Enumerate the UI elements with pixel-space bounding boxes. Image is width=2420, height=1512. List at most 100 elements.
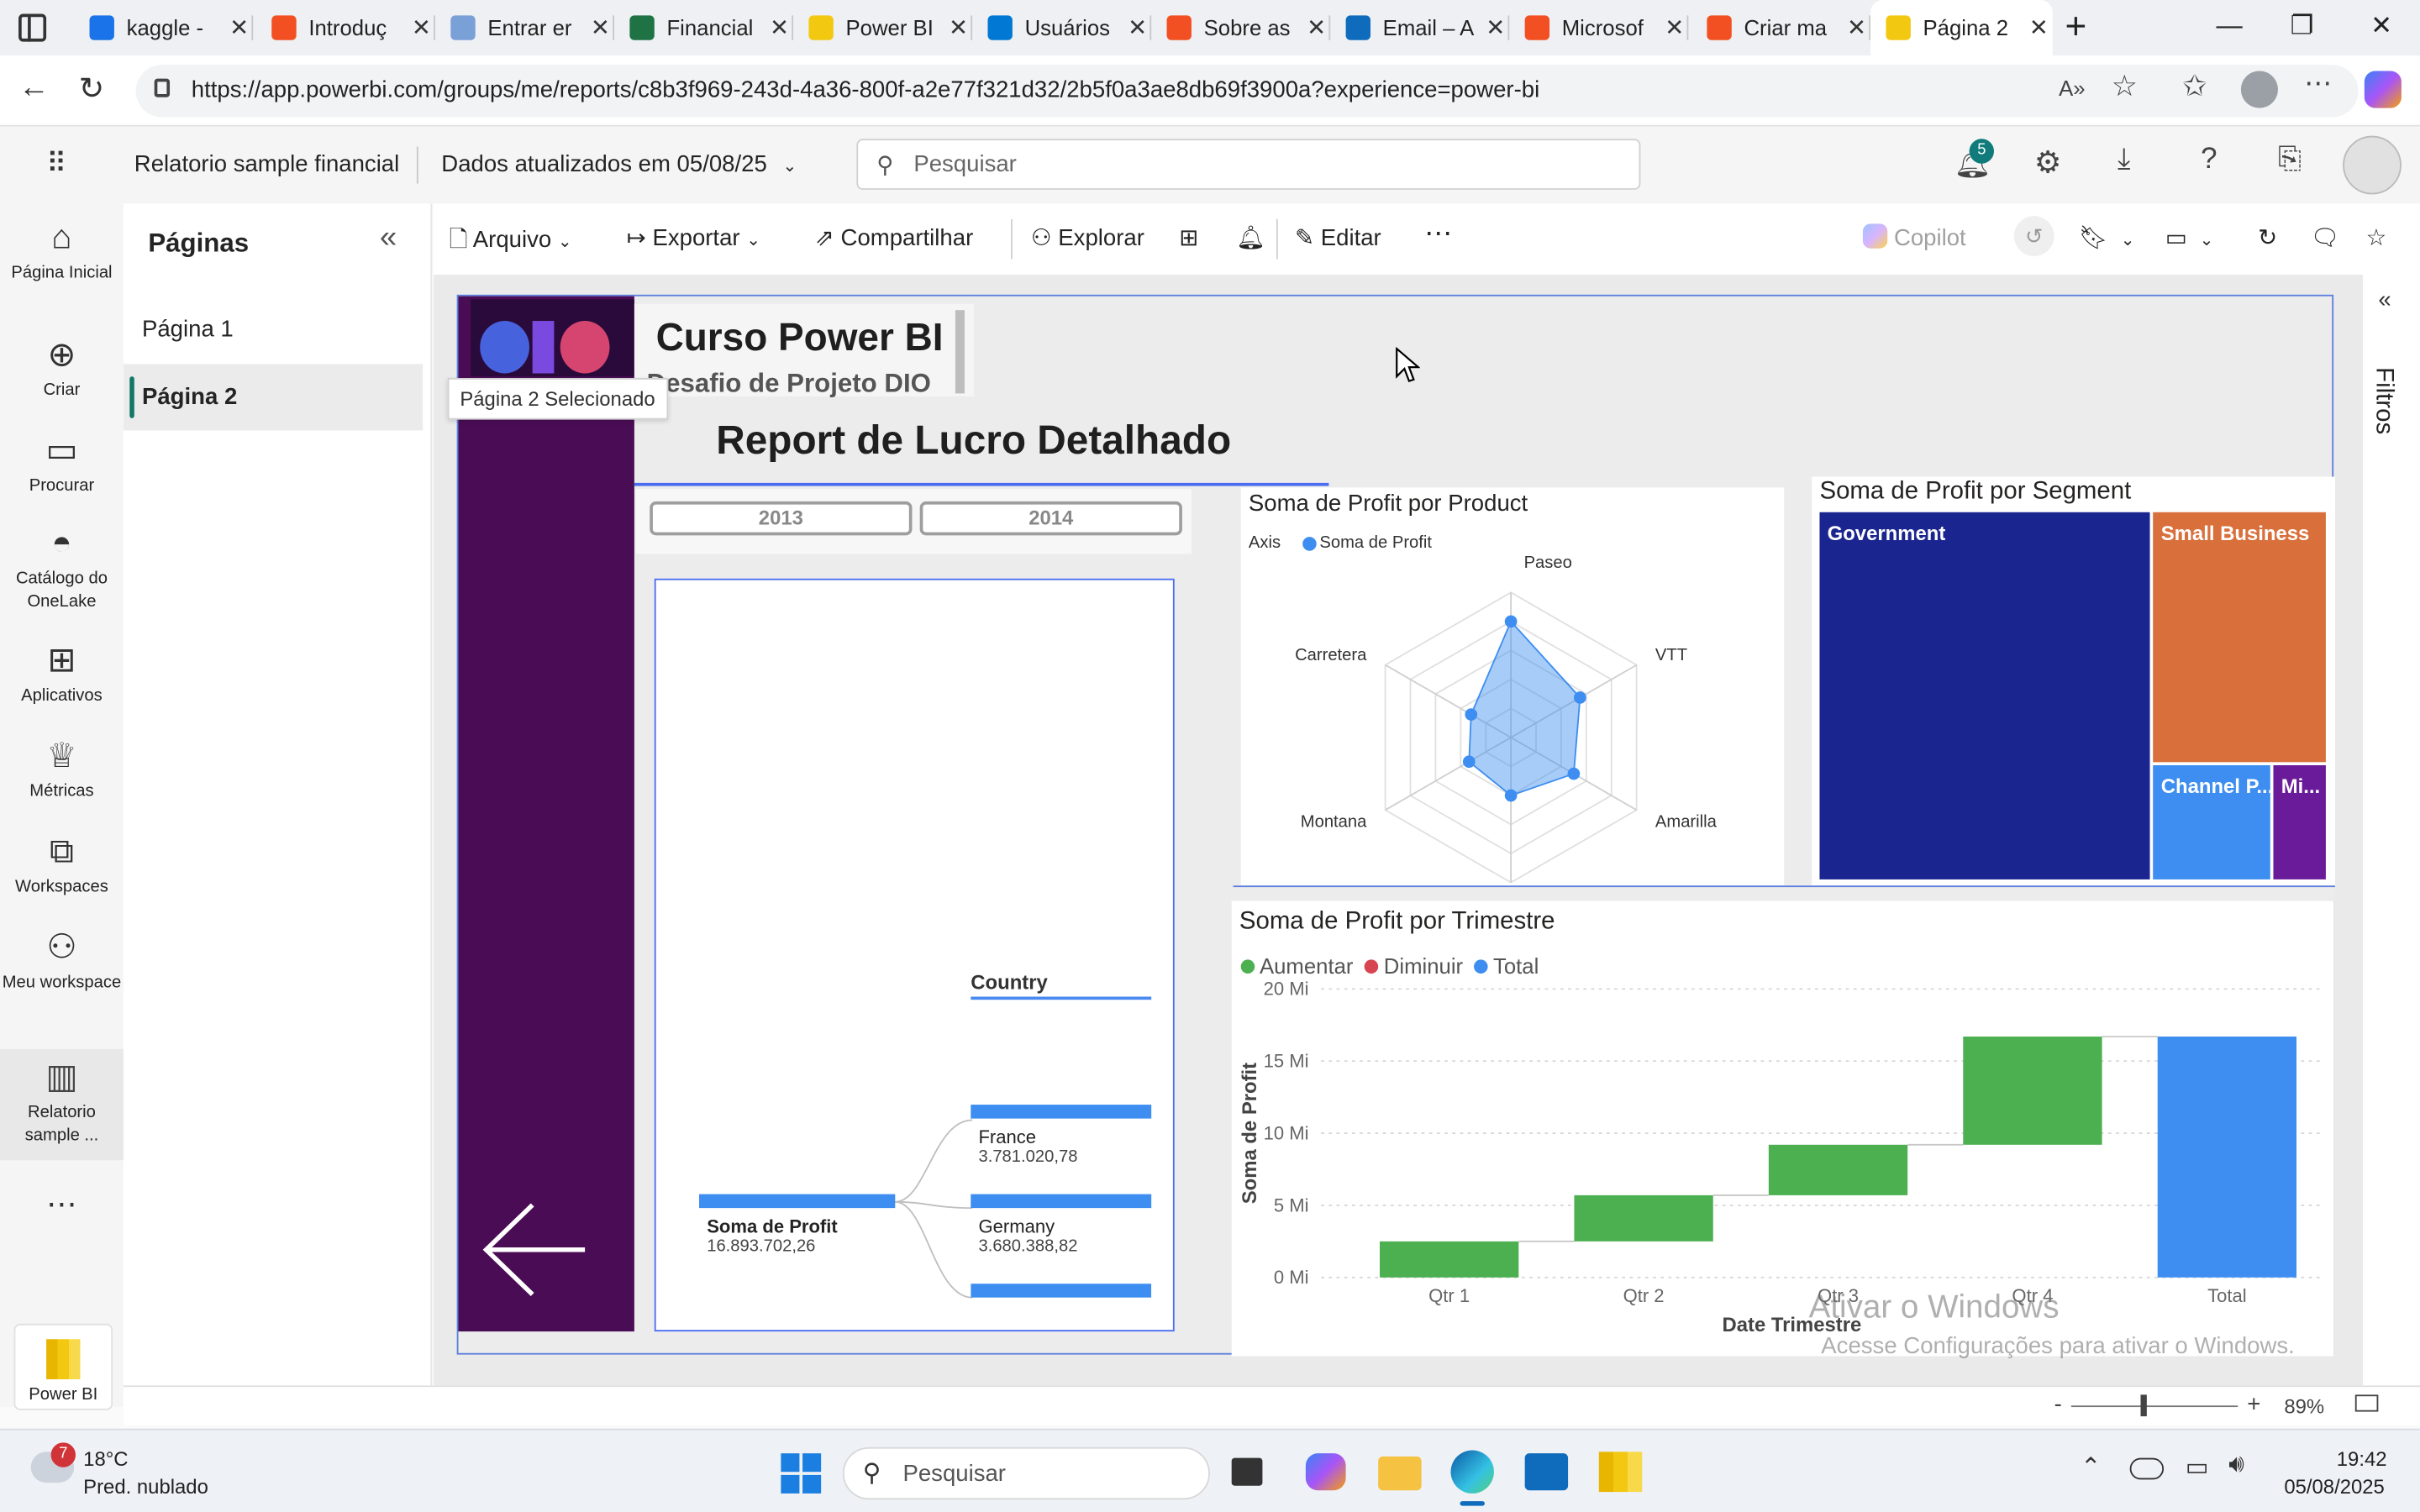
favorites-icon[interactable]: ✩ xyxy=(2182,70,2207,105)
clock-date[interactable]: 05/08/2025 xyxy=(2284,1475,2385,1499)
edge-icon[interactable] xyxy=(1450,1450,1494,1494)
favorite-icon[interactable]: ☆ xyxy=(2366,223,2387,251)
radar-data-point[interactable] xyxy=(1465,708,1478,721)
browser-tab-active[interactable]: Página 2 ✕ xyxy=(1870,0,2053,56)
fit-page-icon[interactable] xyxy=(2354,1394,2379,1412)
slicer-tile-2014[interactable]: 2014 xyxy=(919,501,1182,536)
page-item-1[interactable]: Página 1 xyxy=(124,297,423,361)
browser-tab[interactable]: Email – A ✕ xyxy=(1330,0,1510,55)
more-options-icon[interactable]: ⋯ xyxy=(1424,218,1452,250)
decomp-node-france[interactable]: France 3.781.020,78 xyxy=(971,1105,1152,1167)
treemap-tile[interactable]: Channel P... xyxy=(2153,765,2270,879)
back-icon[interactable]: ← xyxy=(18,71,50,106)
volume-icon[interactable]: 🔊︎ xyxy=(2228,1452,2244,1479)
nav-item[interactable]: ♕ Métricas xyxy=(0,737,124,804)
back-arrow-icon[interactable] xyxy=(480,1199,591,1307)
nav-item[interactable]: ⊞ Aplicativos xyxy=(0,641,124,708)
treemap-tile[interactable]: Government xyxy=(1819,512,2150,879)
nav-item[interactable]: ⚇ Meu workspace xyxy=(0,928,124,995)
compartilhar-button[interactable]: ⇗ Compartilhar xyxy=(815,223,973,251)
expand-filters-icon[interactable]: « xyxy=(2378,287,2391,313)
tab-close-icon[interactable]: ✕ xyxy=(765,14,793,41)
decomp-node-partial[interactable] xyxy=(971,1284,1152,1302)
waterfall-card[interactable]: Soma de Profit por Trimestre Aumentar Di… xyxy=(1231,900,2334,1357)
browser-tab[interactable]: kaggle - ✕ xyxy=(74,0,254,55)
url-field[interactable]: https://app.powerbi.com/groups/me/report… xyxy=(135,65,2359,118)
tab-close-icon[interactable]: ✕ xyxy=(944,14,972,41)
profile-avatar[interactable] xyxy=(2240,71,2278,108)
waterfall-bar[interactable] xyxy=(2157,1036,2297,1278)
reset-icon[interactable]: ↺ xyxy=(2013,216,2054,256)
radar-data-point[interactable] xyxy=(1574,691,1586,704)
editar-button[interactable]: ✎ Editar xyxy=(1295,223,1381,251)
tab-close-icon[interactable]: ✕ xyxy=(587,14,614,41)
bookmark-icon[interactable]: 🔖︎ ⌄ xyxy=(2079,223,2135,251)
browser-tab[interactable]: Microsof ✕ xyxy=(1509,0,1689,55)
copilot-browser-icon[interactable] xyxy=(2364,71,2402,108)
collapse-pane-icon[interactable]: « xyxy=(380,221,397,256)
tab-close-icon[interactable]: ✕ xyxy=(1481,14,1509,41)
zoom-slider-thumb[interactable] xyxy=(2140,1394,2147,1417)
browser-tab[interactable]: Introduç ✕ xyxy=(256,0,435,55)
radar-data-point[interactable] xyxy=(1462,755,1476,769)
network-icon[interactable]: ▭ xyxy=(2186,1452,2209,1483)
copilot-button[interactable]: Copilot xyxy=(1862,223,1966,251)
browser-tab[interactable]: Entrar er ✕ xyxy=(435,0,615,55)
browser-tab[interactable]: Criar ma ✕ xyxy=(1691,0,1871,55)
powerbi-taskbar-icon[interactable] xyxy=(1598,1452,1643,1493)
decomposition-tree[interactable]: Country Soma de Profit 16.893.702,26 Fra… xyxy=(654,578,1175,1332)
filters-pane[interactable]: « Filtros xyxy=(2362,274,2420,1386)
refresh-status-dropdown[interactable]: Dados atualizados em 05/08/25 ⌄ xyxy=(441,151,797,177)
radar-chart-card[interactable]: Soma de Profit por Product Axis Soma de … xyxy=(1240,487,1785,886)
onedrive-icon[interactable] xyxy=(2129,1457,2165,1480)
nav-item[interactable]: ◓ Catálogo do OneLake xyxy=(0,524,124,614)
tab-close-icon[interactable]: ✕ xyxy=(2025,14,2053,41)
alert-bell-icon[interactable]: 🔔︎ xyxy=(1236,223,1265,251)
feedback-icon[interactable]: ⎘ xyxy=(2278,144,2302,177)
slicer-tile-2013[interactable]: 2013 xyxy=(650,501,913,536)
waterfall-bar[interactable] xyxy=(1380,1241,1519,1278)
show-hidden-icons[interactable]: ⌃ xyxy=(2081,1452,2102,1483)
radar-data-point[interactable] xyxy=(1504,789,1518,802)
radar-data-point[interactable] xyxy=(1504,615,1518,628)
decomp-node-germany[interactable]: Germany 3.680.388,82 xyxy=(971,1194,1152,1256)
app-launcher-icon[interactable]: ⠿ xyxy=(46,148,66,181)
browser-tab[interactable]: Usuários ✕ xyxy=(972,0,1152,55)
nav-item[interactable]: ▥ Relatorio sample ... xyxy=(0,1048,124,1161)
favorite-star-icon[interactable]: ☆ xyxy=(2112,70,2138,105)
zoom-slider[interactable] xyxy=(2070,1405,2238,1408)
arquivo-menu[interactable]: 🗋︎ Arquivo ⌄ xyxy=(449,223,571,262)
tab-close-icon[interactable]: ✕ xyxy=(1302,14,1330,41)
help-icon[interactable]: ? xyxy=(2201,144,2217,177)
file-explorer-icon[interactable] xyxy=(1378,1456,1422,1491)
waterfall-bar[interactable] xyxy=(1963,1036,2102,1145)
radar-data-point[interactable] xyxy=(1567,767,1581,780)
treemap-tile[interactable]: Small Business xyxy=(2153,512,2326,763)
nav-item[interactable]: ⧉ Workspaces xyxy=(0,832,124,900)
task-view-icon[interactable] xyxy=(1231,1457,1263,1486)
refresh-icon[interactable]: ↻ xyxy=(79,70,105,108)
powerbi-switcher[interactable]: Power BI xyxy=(13,1323,113,1410)
new-tab-icon[interactable]: + xyxy=(2065,6,2087,49)
tab-close-icon[interactable]: ✕ xyxy=(1123,14,1151,41)
refresh-visuals-icon[interactable]: ↻ xyxy=(2258,223,2277,251)
start-button-icon[interactable] xyxy=(781,1453,822,1494)
more-nav-icon[interactable]: ⋯ xyxy=(46,1185,77,1224)
subscribe-icon[interactable]: ⊞ xyxy=(1179,223,1198,251)
nav-item[interactable]: ▭ Procurar xyxy=(0,431,124,498)
browser-tab[interactable]: Financial ✕ xyxy=(614,0,794,55)
tab-close-icon[interactable]: ✕ xyxy=(408,14,435,41)
decomp-root-node[interactable]: Soma de Profit 16.893.702,26 xyxy=(699,1194,896,1256)
nav-item[interactable]: ⊕ Criar xyxy=(0,335,124,402)
treemap-card[interactable]: Soma de Profit por Segment Government Sma… xyxy=(1812,476,2335,888)
read-aloud-icon[interactable]: A» xyxy=(2059,76,2085,100)
copilot-taskbar-icon[interactable] xyxy=(1305,1453,1346,1491)
waterfall-bar[interactable] xyxy=(1574,1194,1713,1242)
treemap-tile[interactable]: Mi... xyxy=(2273,765,2326,879)
report-name[interactable]: Relatorio sample financial xyxy=(134,151,399,177)
outlook-icon[interactable] xyxy=(1524,1453,1569,1491)
tab-close-icon[interactable]: ✕ xyxy=(1843,14,1870,41)
nav-item[interactable]: ⌂ Página Inicial xyxy=(0,218,124,286)
decomp-level-header[interactable]: Country xyxy=(971,970,1048,994)
zoom-in-button[interactable]: + xyxy=(2247,1392,2260,1418)
